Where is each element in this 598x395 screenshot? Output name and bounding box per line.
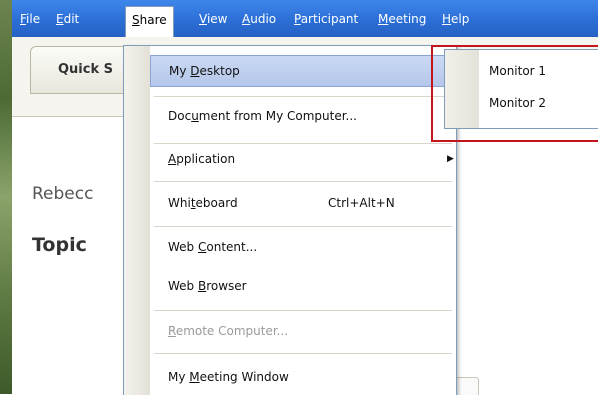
menu-item-application[interactable]: Application ▶ bbox=[150, 144, 455, 174]
menu-meeting[interactable]: Meeting bbox=[376, 10, 428, 28]
menu-separator bbox=[154, 310, 452, 311]
callout-highlight-box bbox=[431, 45, 598, 142]
menu-item-remote-computer: Remote Computer... bbox=[168, 324, 289, 338]
menu-share[interactable]: Share bbox=[125, 6, 174, 38]
menu-item-document-from-computer[interactable]: Document from My Computer... bbox=[150, 101, 455, 131]
content-pane bbox=[455, 116, 598, 394]
menu-edit[interactable]: Edit bbox=[54, 10, 81, 28]
menubar: File Edit Share View Audio Participant M… bbox=[12, 0, 598, 38]
menu-participant[interactable]: Participant bbox=[292, 10, 360, 28]
submenu-arrow-icon: ▶ bbox=[447, 154, 454, 164]
menu-audio[interactable]: Audio bbox=[240, 10, 278, 28]
share-menu-dropdown: My Desktop Document from My Computer... … bbox=[123, 45, 457, 395]
menu-item-my-desktop[interactable]: My Desktop bbox=[150, 55, 457, 87]
menu-separator bbox=[154, 226, 452, 227]
menu-item-web-browser[interactable]: Web Browser bbox=[150, 271, 455, 301]
menu-separator bbox=[154, 181, 452, 182]
host-name-text: Rebecc bbox=[32, 184, 94, 204]
topic-heading: Topic bbox=[32, 234, 87, 256]
menu-item-web-content[interactable]: Web Content... bbox=[150, 232, 455, 262]
shortcut-label: Ctrl+Alt+N bbox=[328, 196, 395, 210]
pane-edge-control bbox=[455, 377, 479, 395]
menu-item-my-meeting-window[interactable]: My Meeting Window bbox=[150, 362, 455, 392]
menu-file[interactable]: File bbox=[18, 10, 42, 28]
background-photo-strip bbox=[0, 0, 12, 394]
menu-help[interactable]: Help bbox=[440, 10, 471, 28]
menu-view[interactable]: View bbox=[197, 10, 229, 28]
menu-item-whiteboard[interactable]: Whiteboard Ctrl+Alt+N bbox=[150, 188, 455, 218]
menu-separator bbox=[154, 353, 452, 354]
quick-start-tab-label: Quick S bbox=[58, 62, 114, 77]
menu-separator bbox=[154, 96, 452, 97]
menu-icon-gutter bbox=[124, 46, 150, 395]
